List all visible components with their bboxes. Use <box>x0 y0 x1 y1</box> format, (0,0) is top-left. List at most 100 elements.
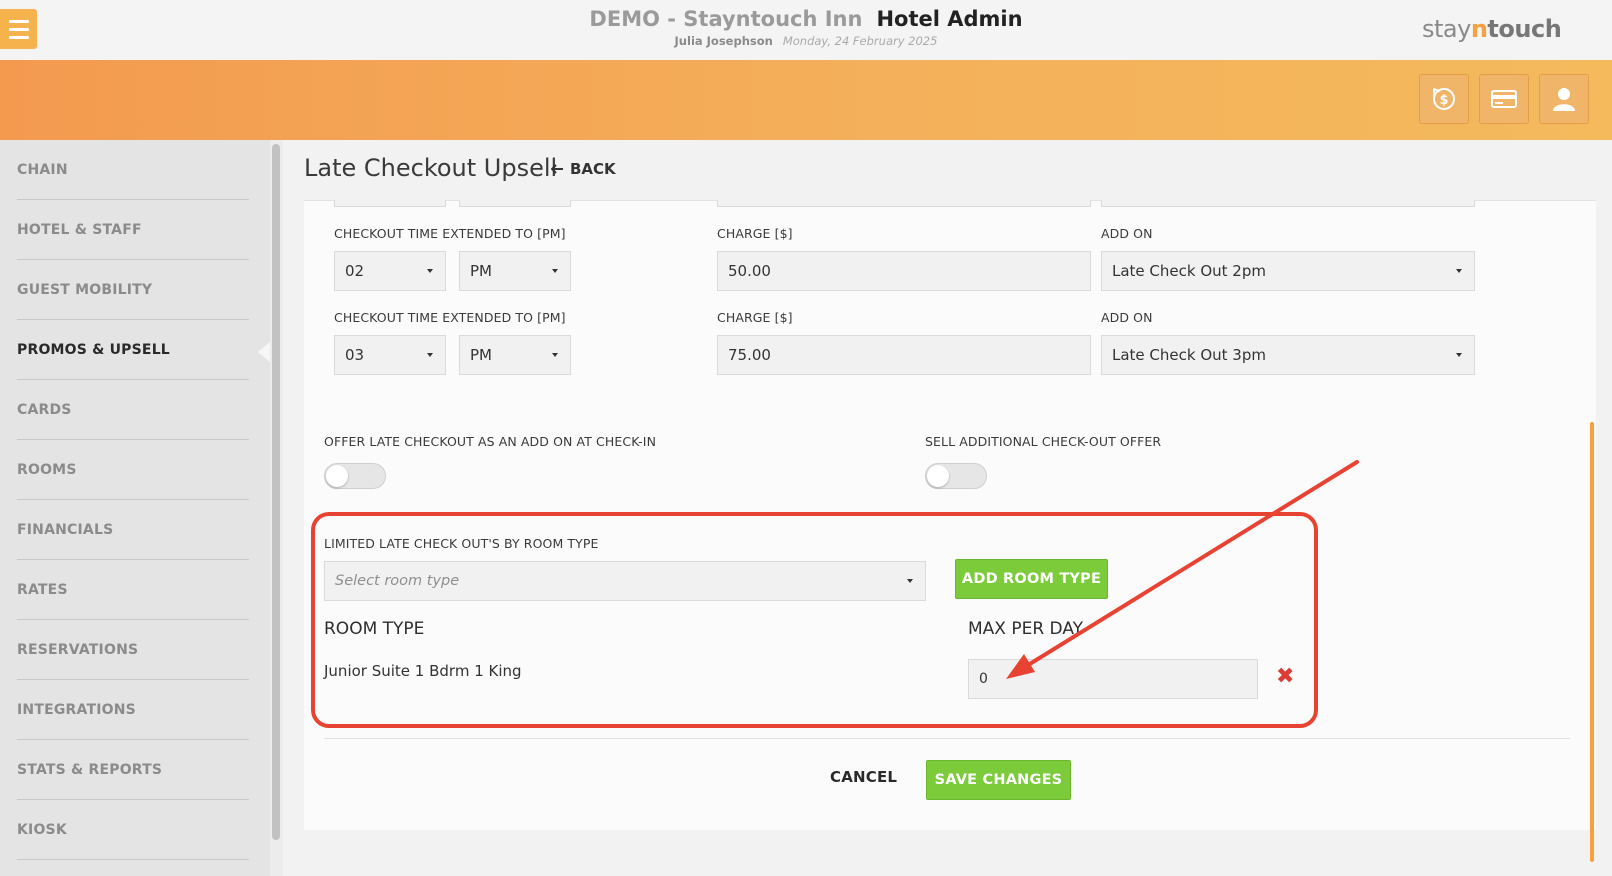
sell-additional-toggle[interactable] <box>925 463 987 489</box>
stayntouch-logo: stayntouch <box>1422 15 1562 43</box>
sidebar-item-label: RATES <box>17 582 68 598</box>
sidebar-item-label: FINANCIALS <box>17 522 114 538</box>
user-icon <box>1553 88 1575 111</box>
save-changes-button[interactable]: SAVE CHANGES <box>926 760 1071 800</box>
checkout-time-label: CHECKOUT TIME EXTENDED TO [PM] <box>334 310 566 325</box>
logo-part-n: n <box>1470 15 1488 43</box>
previous-ampm-select[interactable] <box>459 200 571 207</box>
sidebar-item-label: CHAIN <box>17 162 68 178</box>
app-title: DEMO - Stayntouch Inn Hotel Admin <box>0 7 1612 31</box>
page-title: Late Checkout Upsell <box>304 154 558 182</box>
sidebar-item-label: CARDS <box>17 402 72 418</box>
toggle-knob <box>927 465 949 487</box>
add-on-value: Late Check Out 2pm <box>1112 262 1266 280</box>
sidebar-item-guest-mobility[interactable]: GUEST MOBILITY <box>17 260 249 320</box>
sidebar-item-financials[interactable]: FINANCIALS <box>17 500 249 560</box>
add-on-label: ADD ON <box>1101 310 1153 325</box>
business-date: Monday, 24 February 2025 <box>782 34 938 48</box>
previous-addon-select[interactable] <box>1101 200 1475 207</box>
previous-hour-select[interactable] <box>334 200 446 207</box>
sidebar-item-kiosk[interactable]: KIOSK <box>17 800 249 860</box>
caret-down-icon <box>552 269 558 273</box>
sell-additional-label: SELL ADDITIONAL CHECK-OUT OFFER <box>925 434 1162 449</box>
top-bar: DEMO - Stayntouch Inn Hotel Admin Julia J… <box>0 0 1612 60</box>
room-type-select[interactable]: Select room type <box>324 561 926 601</box>
caret-down-icon <box>552 353 558 357</box>
sidebar-scrollbar[interactable] <box>272 144 280 840</box>
charge-label: CHARGE [$] <box>717 310 793 325</box>
sidebar-item-promos-upsell[interactable]: PROMOS & UPSELL <box>17 320 249 380</box>
logo-part-touch: touch <box>1487 15 1562 43</box>
sidebar-item-label: ROOMS <box>17 462 77 478</box>
sidebar-item-cards[interactable]: CARDS <box>17 380 249 440</box>
room-limit-section-label: LIMITED LATE CHECK OUT'S BY ROOM TYPE <box>324 536 599 551</box>
hour-select[interactable]: 03 <box>334 335 446 375</box>
cancel-button[interactable]: CANCEL <box>830 768 897 786</box>
caret-down-icon <box>427 353 433 357</box>
add-on-select[interactable]: Late Check Out 3pm <box>1101 335 1475 375</box>
header-band: $ <box>0 60 1612 140</box>
hour-value: 03 <box>345 346 365 364</box>
sidebar-item-label: RESERVATIONS <box>17 642 139 658</box>
caret-down-icon <box>907 579 913 583</box>
room-type-column-header: ROOM TYPE <box>324 619 425 639</box>
room-type-placeholder: Select room type <box>335 573 460 589</box>
back-button[interactable]: BACK <box>551 160 616 178</box>
charge-input[interactable]: 50.00 <box>717 251 1091 291</box>
sidebar-item-label: PROMOS & UPSELL <box>17 342 170 358</box>
sidebar-item-label: GUEST MOBILITY <box>17 282 153 298</box>
hour-select[interactable]: 02 <box>334 251 446 291</box>
caret-down-icon <box>427 269 433 273</box>
toggle-knob <box>326 465 348 487</box>
module-title: Hotel Admin <box>876 7 1023 31</box>
add-room-type-button[interactable]: ADD ROOM TYPE <box>955 559 1108 599</box>
offer-addon-label: OFFER LATE CHECKOUT AS AN ADD ON AT CHEC… <box>324 434 657 449</box>
ampm-select[interactable]: PM <box>459 335 571 375</box>
charge-input[interactable]: 75.00 <box>717 335 1091 375</box>
sidebar-item-reservations[interactable]: RESERVATIONS <box>17 620 249 680</box>
sidebar-item-rates[interactable]: RATES <box>17 560 249 620</box>
sidebar-item-label: STATS & REPORTS <box>17 762 163 778</box>
offer-addon-toggle[interactable] <box>324 463 386 489</box>
sidebar: CHAIN HOTEL & STAFF GUEST MOBILITY PROMO… <box>0 140 270 876</box>
previous-charge-input[interactable] <box>717 200 1091 207</box>
logo-part-stay: stay <box>1422 15 1471 43</box>
sidebar-item-rooms[interactable]: ROOMS <box>17 440 249 500</box>
property-title: DEMO - Stayntouch Inn <box>589 7 863 31</box>
arrow-left-icon <box>551 164 563 174</box>
add-on-value: Late Check Out 3pm <box>1112 346 1266 364</box>
max-per-day-input[interactable]: 0 <box>968 659 1258 699</box>
checkout-time-label: CHECKOUT TIME EXTENDED TO [PM] <box>334 226 566 241</box>
charge-value: 50.00 <box>728 262 771 280</box>
credit-card-icon <box>1491 90 1517 108</box>
sidebar-item-integrations[interactable]: INTEGRATIONS <box>17 680 249 740</box>
max-per-day-value: 0 <box>979 671 988 687</box>
back-label: BACK <box>570 160 616 178</box>
svg-text:$: $ <box>1439 93 1448 108</box>
add-on-select[interactable]: Late Check Out 2pm <box>1101 251 1475 291</box>
remove-room-type-button[interactable]: ✖ <box>1276 666 1294 688</box>
hour-value: 02 <box>345 262 365 280</box>
card-button[interactable] <box>1479 74 1529 124</box>
ampm-value: PM <box>470 346 492 364</box>
profile-button[interactable] <box>1539 74 1589 124</box>
ampm-value: PM <box>470 262 492 280</box>
dollar-refresh-button[interactable]: $ <box>1419 74 1469 124</box>
add-on-label: ADD ON <box>1101 226 1153 241</box>
caret-down-icon <box>1456 353 1462 357</box>
sidebar-item-stats-reports[interactable]: STATS & REPORTS <box>17 740 249 800</box>
main-scrollbar[interactable] <box>1590 422 1594 862</box>
sidebar-item-label: HOTEL & STAFF <box>17 222 142 238</box>
charge-label: CHARGE [$] <box>717 226 793 241</box>
active-item-pointer <box>258 342 270 362</box>
caret-down-icon <box>1456 269 1462 273</box>
dollar-refresh-icon: $ <box>1433 88 1455 110</box>
max-per-day-column-header: MAX PER DAY <box>968 619 1084 639</box>
user-name: Julia Josephson <box>674 34 773 48</box>
sidebar-item-chain[interactable]: CHAIN <box>17 140 249 200</box>
sidebar-item-label: KIOSK <box>17 822 67 838</box>
divider <box>324 738 1570 739</box>
sidebar-item-hotel-staff[interactable]: HOTEL & STAFF <box>17 200 249 260</box>
settings-card <box>304 200 1596 830</box>
ampm-select[interactable]: PM <box>459 251 571 291</box>
